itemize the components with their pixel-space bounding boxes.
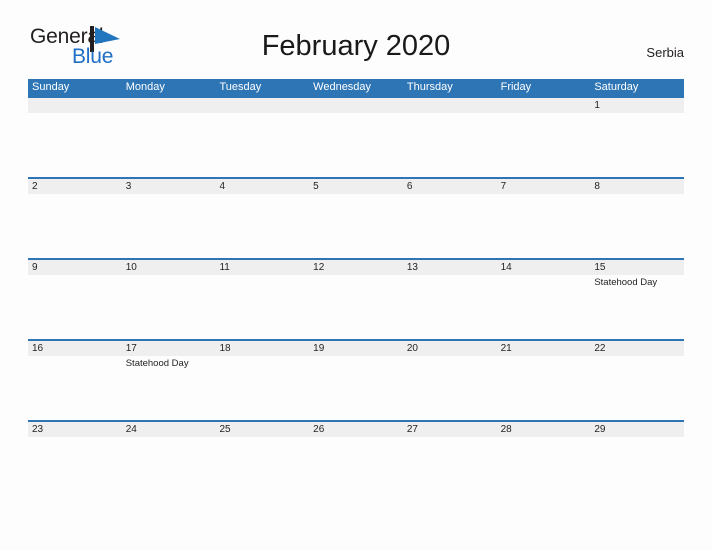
day-cell[interactable] [309,275,403,339]
day-cell[interactable] [122,275,216,339]
day-number[interactable]: 20 [403,341,497,356]
day-cell[interactable] [403,194,497,258]
day-cell[interactable] [403,356,497,420]
day-number[interactable] [122,98,216,113]
day-cell[interactable] [122,194,216,258]
day-number[interactable]: 24 [122,422,216,437]
dow-thursday: Thursday [406,81,453,93]
day-cell[interactable] [122,113,216,177]
dow-sunday: Sunday [32,81,70,93]
day-cell[interactable] [497,275,591,339]
day-number[interactable]: 8 [590,179,684,194]
day-number[interactable]: 21 [497,341,591,356]
week-numbers-band: 1 [28,96,684,113]
day-number[interactable]: 23 [28,422,122,437]
dow-tuesday: Tuesday [219,81,262,93]
day-number[interactable]: 10 [122,260,216,275]
calendar-grid: Sunday Monday Tuesday Wednesday Thursday… [28,79,684,448]
day-cell[interactable] [497,356,591,420]
page-header: General Blue February 2020 Serbia [0,0,712,68]
day-of-week-header: Sunday Monday Tuesday Wednesday Thursday… [28,79,684,96]
day-number[interactable]: 19 [309,341,403,356]
day-cell[interactable] [309,113,403,177]
day-number[interactable]: 5 [309,179,403,194]
day-number[interactable]: 6 [403,179,497,194]
day-number[interactable]: 29 [590,422,684,437]
dow-friday: Friday [500,81,532,93]
week-events-band: Statehood Day [28,275,684,339]
country-label: Serbia [646,45,684,60]
event-label: Statehood Day [125,358,189,369]
day-cell[interactable] [309,194,403,258]
day-number[interactable]: 3 [122,179,216,194]
day-cell[interactable] [28,113,122,177]
day-number[interactable]: 4 [215,179,309,194]
day-number[interactable]: 12 [309,260,403,275]
day-cell[interactable]: Statehood Day [122,356,216,420]
week-numbers-band: 9 10 11 12 13 14 15 [28,258,684,275]
week-numbers-band: 16 17 18 19 20 21 22 [28,339,684,356]
calendar-week-row: 9 10 11 12 13 14 15 Statehood Day [28,258,684,339]
week-numbers-band: 2 3 4 5 6 7 8 [28,177,684,194]
day-number[interactable]: 16 [28,341,122,356]
day-number[interactable]: 7 [497,179,591,194]
day-number[interactable] [309,98,403,113]
dow-wednesday: Wednesday [313,81,372,93]
day-number[interactable]: 13 [403,260,497,275]
day-number[interactable]: 27 [403,422,497,437]
day-number[interactable]: 14 [497,260,591,275]
day-number[interactable]: 26 [309,422,403,437]
day-number[interactable]: 1 [590,98,684,113]
day-number[interactable]: 11 [215,260,309,275]
day-cell[interactable] [590,194,684,258]
calendar-week-row: 23 24 25 26 27 28 29 [28,420,684,448]
day-cell[interactable] [590,113,684,177]
day-number[interactable]: 28 [497,422,591,437]
week-events-band [28,113,684,177]
week-events-band: Statehood Day [28,356,684,420]
day-cell[interactable] [590,356,684,420]
day-cell[interactable] [215,113,309,177]
day-cell[interactable] [28,356,122,420]
dow-saturday: Saturday [594,81,639,93]
week-numbers-band: 23 24 25 26 27 28 29 [28,420,684,437]
day-cell[interactable] [215,194,309,258]
day-cell[interactable] [28,275,122,339]
day-number[interactable]: 25 [215,422,309,437]
event-label: Statehood Day [594,277,658,288]
day-number[interactable]: 2 [28,179,122,194]
page-title: February 2020 [261,30,451,62]
week-events-band [28,194,684,258]
day-cell[interactable] [403,113,497,177]
day-number[interactable]: 22 [590,341,684,356]
day-cell[interactable] [309,356,403,420]
day-number[interactable]: 15 [590,260,684,275]
calendar-week-row: 2 3 4 5 6 7 8 [28,177,684,258]
day-number[interactable]: 9 [28,260,122,275]
day-cell[interactable] [497,113,591,177]
day-cell[interactable] [215,275,309,339]
calendar-week-row: 16 17 18 19 20 21 22 Statehood Day [28,339,684,420]
day-cell[interactable]: Statehood Day [590,275,684,339]
day-cell[interactable] [28,194,122,258]
calendar-week-row: 1 [28,96,684,177]
day-cell[interactable] [497,194,591,258]
day-cell[interactable] [403,275,497,339]
day-number[interactable] [497,98,591,113]
day-number[interactable] [28,98,122,113]
dow-monday: Monday [125,81,165,93]
day-number[interactable]: 18 [215,341,309,356]
day-cell[interactable] [215,356,309,420]
day-number[interactable] [215,98,309,113]
day-number[interactable]: 17 [122,341,216,356]
day-number[interactable] [403,98,497,113]
